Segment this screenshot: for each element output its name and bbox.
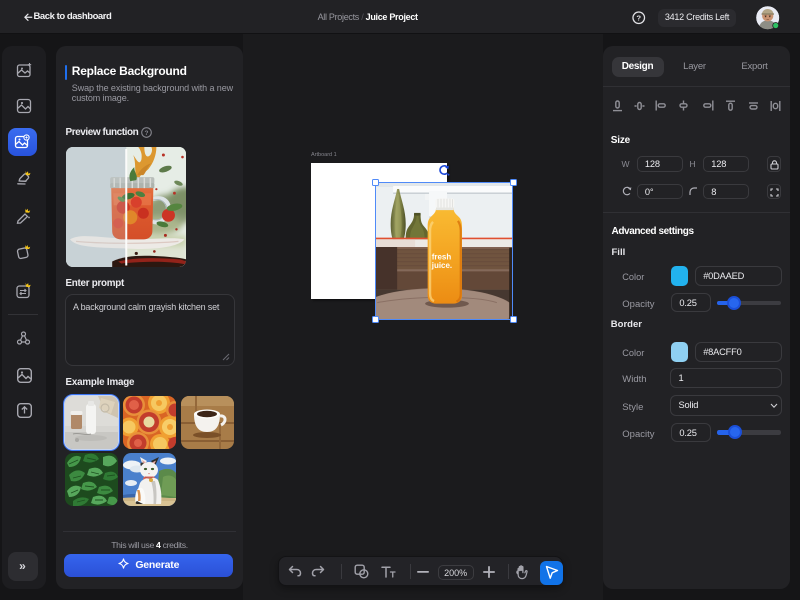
svg-text:?: ? (144, 130, 148, 137)
svg-text:?: ? (636, 14, 641, 23)
